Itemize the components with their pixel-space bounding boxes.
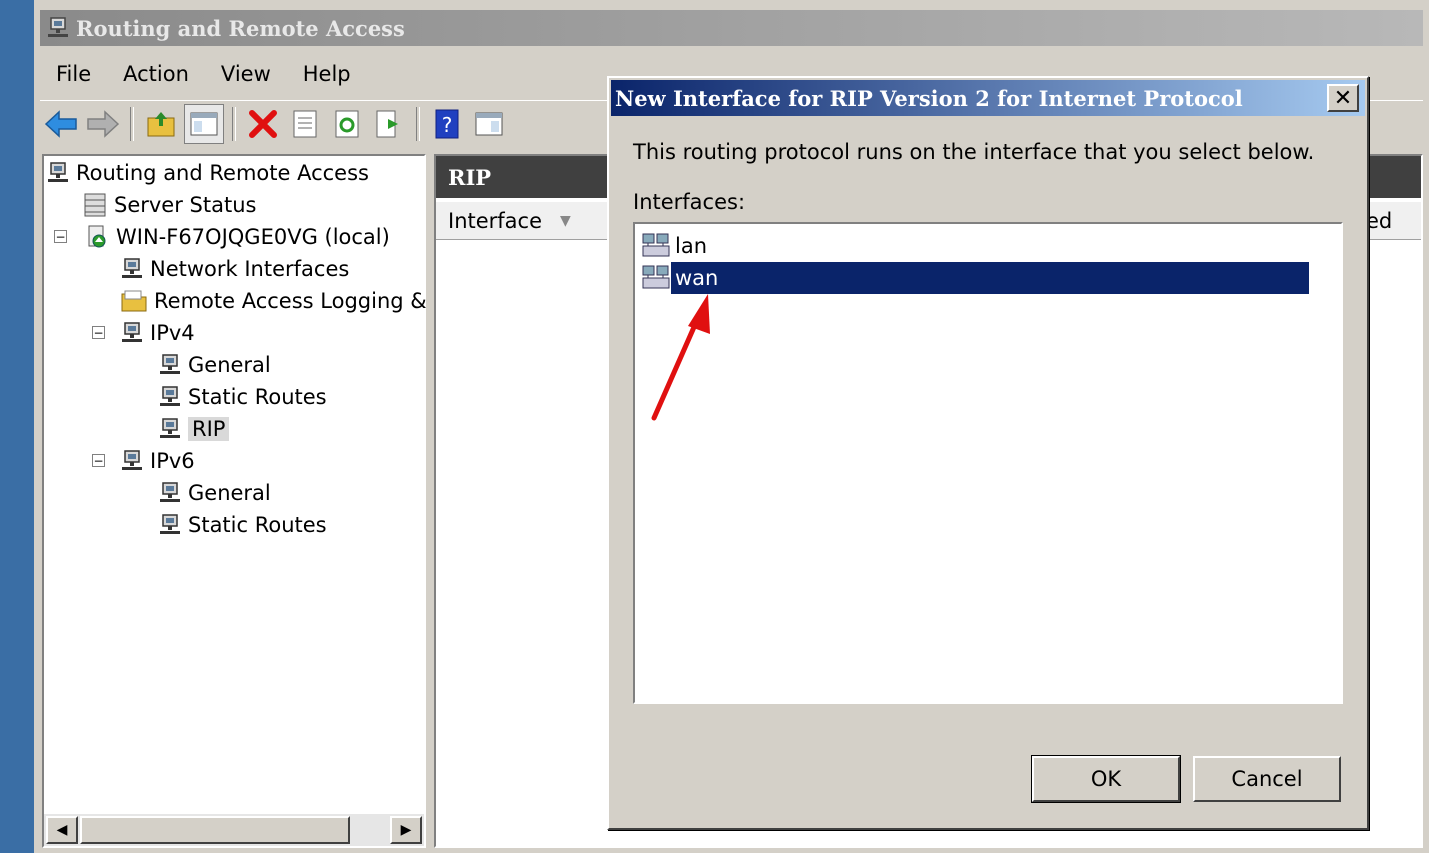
network-computer-icon	[48, 162, 68, 182]
up-folder-icon	[147, 112, 175, 137]
network-computer-icon	[48, 17, 68, 37]
tree-node-server[interactable]: WIN-F67OJQGE0VG (local)	[84, 222, 390, 252]
interfaces-label: Interfaces:	[633, 190, 746, 214]
tree-label: IPv4	[150, 321, 195, 345]
tree-label: WIN-F67OJQGE0VG (local)	[116, 225, 390, 249]
show-action-pane-button[interactable]	[470, 105, 508, 143]
properties-button[interactable]	[286, 105, 324, 143]
network-computer-icon	[160, 386, 180, 406]
desktop-background	[0, 0, 34, 853]
menu-file[interactable]: File	[40, 62, 107, 86]
tree-node-ipv4[interactable]: IPv4	[120, 318, 195, 348]
network-computer-icon	[160, 482, 180, 502]
tree-node-remote-access-logging[interactable]: Remote Access Logging & P	[120, 286, 446, 316]
close-icon: ✕	[1333, 85, 1353, 111]
dialog-description: This routing protocol runs on the interf…	[633, 140, 1315, 164]
tree-label: IPv6	[150, 449, 195, 473]
annotation-arrow-icon	[651, 294, 710, 421]
dialog-close-button[interactable]: ✕	[1327, 84, 1359, 112]
tree-label: Server Status	[114, 193, 257, 217]
tree-node-ipv6-static-routes[interactable]: Static Routes	[158, 510, 327, 540]
show-hide-tree-icon	[190, 112, 218, 136]
back-icon	[44, 110, 77, 138]
network-computer-icon	[122, 450, 142, 470]
toolbar-separator	[232, 107, 236, 141]
export-list-icon	[376, 110, 398, 138]
tree-node-ipv6[interactable]: IPv6	[120, 446, 195, 476]
tree-node-ipv6-general[interactable]: General	[158, 478, 271, 508]
tree-node-root[interactable]: Routing and Remote Access	[46, 158, 369, 188]
show-hide-tree-button[interactable]	[184, 104, 224, 144]
menu-action[interactable]: Action	[107, 62, 205, 86]
interfaces-list[interactable]: lan wan	[633, 222, 1343, 704]
interface-item-lan[interactable]: lan	[641, 230, 711, 262]
tree-node-ipv4-general[interactable]: General	[158, 350, 271, 380]
interface-name: lan	[675, 234, 708, 258]
scroll-right-button[interactable]: ▶	[390, 816, 422, 844]
interface-item-wan[interactable]: wan	[641, 262, 1309, 294]
toolbar-separator	[130, 107, 134, 141]
network-interface-icon	[642, 233, 670, 257]
folder-icon	[121, 290, 147, 312]
network-computer-icon	[160, 354, 180, 374]
tree-label: Routing and Remote Access	[76, 161, 369, 185]
menu-bar: File Action View Help	[40, 56, 367, 92]
tree-label: General	[188, 353, 271, 377]
tree-label: Static Routes	[188, 385, 327, 409]
tree-node-server-status[interactable]: Server Status	[82, 190, 256, 220]
collapse-ipv4-toggle[interactable]: −	[92, 326, 105, 339]
toolbar-separator	[416, 107, 420, 141]
network-computer-icon	[160, 418, 180, 438]
server-status-icon	[84, 193, 106, 217]
delete-icon	[249, 110, 277, 138]
refresh-button[interactable]	[328, 105, 366, 143]
help-button[interactable]: ?	[428, 105, 466, 143]
column-header-interface[interactable]: Interface	[448, 209, 542, 233]
dialog-title: New Interface for RIP Version 2 for Inte…	[615, 85, 1243, 111]
collapse-server-toggle[interactable]: −	[54, 230, 67, 243]
main-title-bar[interactable]: Routing and Remote Access	[40, 10, 1423, 46]
network-computer-icon	[160, 514, 180, 534]
server-up-icon	[88, 225, 106, 248]
back-button[interactable]	[42, 105, 80, 143]
menu-view[interactable]: View	[205, 62, 287, 86]
network-interface-icon	[642, 265, 670, 289]
ok-button[interactable]: OK	[1031, 755, 1181, 803]
column-header-partial[interactable]: ed	[1366, 209, 1392, 233]
network-computer-icon	[122, 258, 142, 278]
delete-button[interactable]	[244, 105, 282, 143]
cancel-button[interactable]: Cancel	[1193, 756, 1341, 802]
collapse-ipv6-toggle[interactable]: −	[92, 454, 105, 467]
help-icon: ?	[435, 109, 459, 139]
scroll-left-button[interactable]: ◀	[46, 816, 78, 844]
details-pane-title: RIP	[448, 164, 492, 190]
tree-label: Remote Access Logging & P	[154, 289, 446, 313]
tree-label: Network Interfaces	[150, 257, 350, 281]
refresh-icon	[335, 110, 359, 138]
ok-button-label: OK	[1090, 767, 1122, 791]
dialog-title-bar[interactable]: New Interface for RIP Version 2 for Inte…	[611, 80, 1365, 116]
properties-icon	[293, 110, 317, 138]
network-computer-icon	[122, 322, 142, 342]
main-window-title: Routing and Remote Access	[76, 15, 405, 41]
forward-button[interactable]	[84, 105, 122, 143]
tree-horizontal-scrollbar[interactable]: ◀ ▶	[44, 814, 424, 846]
tree-node-ipv4-static-routes[interactable]: Static Routes	[158, 382, 327, 412]
tree-node-network-interfaces[interactable]: Network Interfaces	[120, 254, 349, 284]
scroll-thumb[interactable]	[80, 816, 350, 844]
sort-dropdown-icon[interactable]: ▼	[560, 213, 571, 229]
menu-help[interactable]: Help	[287, 62, 367, 86]
interface-name-selected: wan	[671, 262, 1309, 294]
tree-label-selected: RIP	[188, 417, 230, 441]
tree-label: General	[188, 481, 271, 505]
forward-icon	[87, 110, 120, 138]
up-one-level-button[interactable]	[142, 105, 180, 143]
show-action-pane-icon	[475, 112, 503, 136]
tree-node-ipv4-rip[interactable]: RIP	[158, 414, 230, 444]
svg-text:?: ?	[442, 113, 453, 137]
tree-label: Static Routes	[188, 513, 327, 537]
cancel-button-label: Cancel	[1231, 767, 1303, 791]
export-list-button[interactable]	[370, 105, 408, 143]
